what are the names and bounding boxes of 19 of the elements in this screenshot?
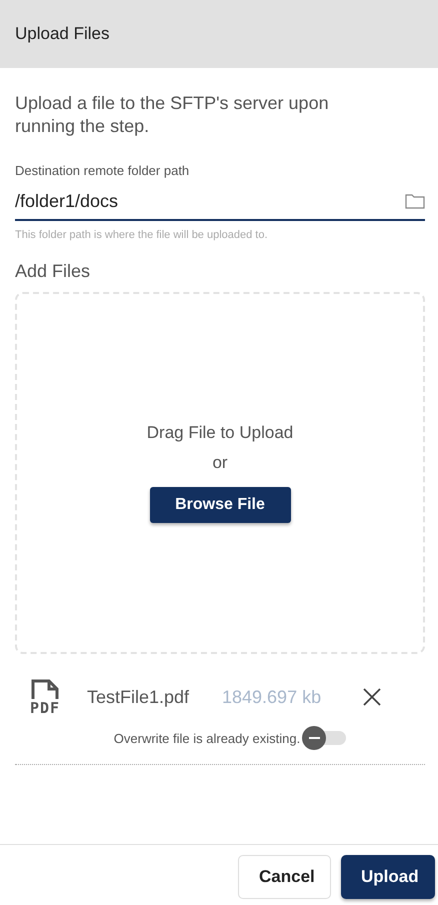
drop-zone[interactable]: Drag File to Upload or Browse File xyxy=(15,292,425,654)
field-hint: This folder path is where the file will be uploaded to. xyxy=(15,229,268,241)
document-icon xyxy=(30,678,60,700)
cancel-button[interactable]: Cancel xyxy=(238,855,331,899)
section-title: Add Files xyxy=(15,261,92,282)
folder-icon[interactable] xyxy=(405,193,425,209)
or-text: or xyxy=(212,453,228,473)
file-name: TestFile1.pdf xyxy=(87,686,190,708)
file-size: 1849.697 kb xyxy=(222,686,322,708)
browse-button[interactable]: Browse File xyxy=(150,487,290,523)
drop-text: Drag File to Upload xyxy=(146,423,294,443)
overwrite-label: Overwrite file is already existing. xyxy=(114,730,300,746)
folder-path-field[interactable]: /folder1/docs xyxy=(15,190,405,212)
field-label: Destination remote folder path xyxy=(15,163,190,178)
dialog-title: Upload Files xyxy=(15,24,110,44)
file-type-label: PDF xyxy=(30,700,60,716)
description-text: Upload a file to the SFTP's server upon running the step. xyxy=(15,92,330,138)
overwrite-toggle[interactable] xyxy=(302,726,346,750)
upload-button[interactable]: Upload xyxy=(341,855,435,899)
